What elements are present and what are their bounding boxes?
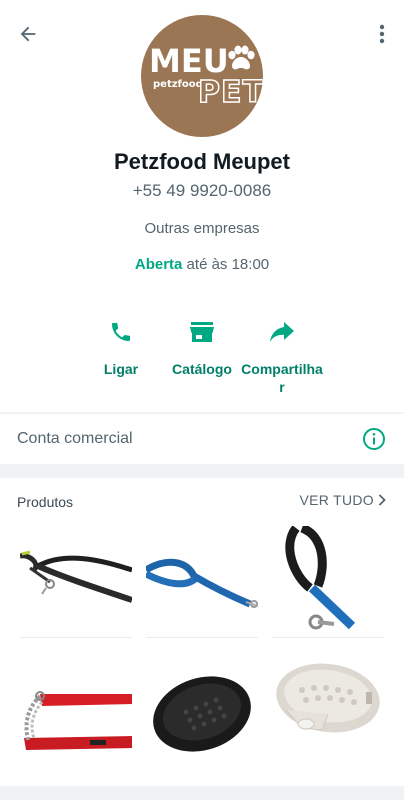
arrow-left-icon bbox=[20, 26, 36, 42]
product-tile[interactable] bbox=[272, 652, 384, 764]
logo-text-petzfood: petzfood bbox=[153, 79, 203, 90]
see-all-label: VER TUDO bbox=[299, 492, 374, 508]
business-phone: +55 49 9920-0086 bbox=[132, 181, 272, 200]
catalog-button[interactable]: Catálogo bbox=[159, 316, 245, 378]
more-options-button[interactable] bbox=[368, 18, 396, 50]
product-tile[interactable] bbox=[146, 652, 258, 764]
black-grooming-brush-product bbox=[153, 676, 251, 752]
chevron-right-icon bbox=[378, 494, 386, 506]
share-icon bbox=[270, 322, 294, 342]
catalog-button-label: Catálogo bbox=[172, 361, 232, 377]
bottom-spacer bbox=[0, 786, 404, 800]
logo-text-pet: PET bbox=[197, 74, 263, 111]
business-profile-header: MEU petzfood PET Petzfood Meupet +55 49 … bbox=[0, 0, 404, 412]
blue-leash-product bbox=[144, 558, 259, 608]
black-leash-product bbox=[19, 550, 133, 603]
blue-handle-leash-product bbox=[285, 523, 356, 630]
profile-logo[interactable]: MEU petzfood PET bbox=[141, 15, 263, 137]
call-button-label: Ligar bbox=[103, 361, 139, 377]
product-tile[interactable] bbox=[144, 526, 259, 638]
paw-icon bbox=[228, 45, 255, 70]
product-tile[interactable] bbox=[272, 523, 384, 638]
open-status: Aberta bbox=[134, 256, 183, 273]
business-name: Petzfood Meupet bbox=[114, 149, 290, 174]
product-tile[interactable] bbox=[19, 526, 133, 638]
hours-text: até às 18:00 bbox=[182, 256, 270, 273]
back-button[interactable] bbox=[12, 18, 44, 50]
info-icon[interactable] bbox=[362, 427, 386, 451]
business-account-label: Conta comercial bbox=[17, 430, 133, 447]
storefront-icon bbox=[190, 322, 214, 342]
see-all-button[interactable]: VER TUDO bbox=[300, 492, 387, 508]
products-section: Produtos VER TUDO bbox=[0, 478, 404, 788]
white-grooming-brush-product bbox=[276, 663, 380, 733]
business-account-row[interactable]: Conta comercial bbox=[0, 414, 404, 464]
more-vertical-icon bbox=[379, 24, 385, 44]
share-button[interactable]: Compartilhar bbox=[239, 316, 325, 396]
phone-icon bbox=[112, 323, 130, 341]
red-choke-collar-product bbox=[24, 691, 132, 750]
product-tile[interactable] bbox=[20, 652, 132, 764]
business-category: Outras empresas bbox=[144, 220, 260, 237]
products-title: Produtos bbox=[17, 494, 74, 510]
share-button-label: Compartilhar bbox=[241, 361, 323, 395]
business-hours: Aberta até às 18:00 bbox=[0, 256, 404, 273]
call-button[interactable]: Ligar bbox=[78, 316, 164, 378]
